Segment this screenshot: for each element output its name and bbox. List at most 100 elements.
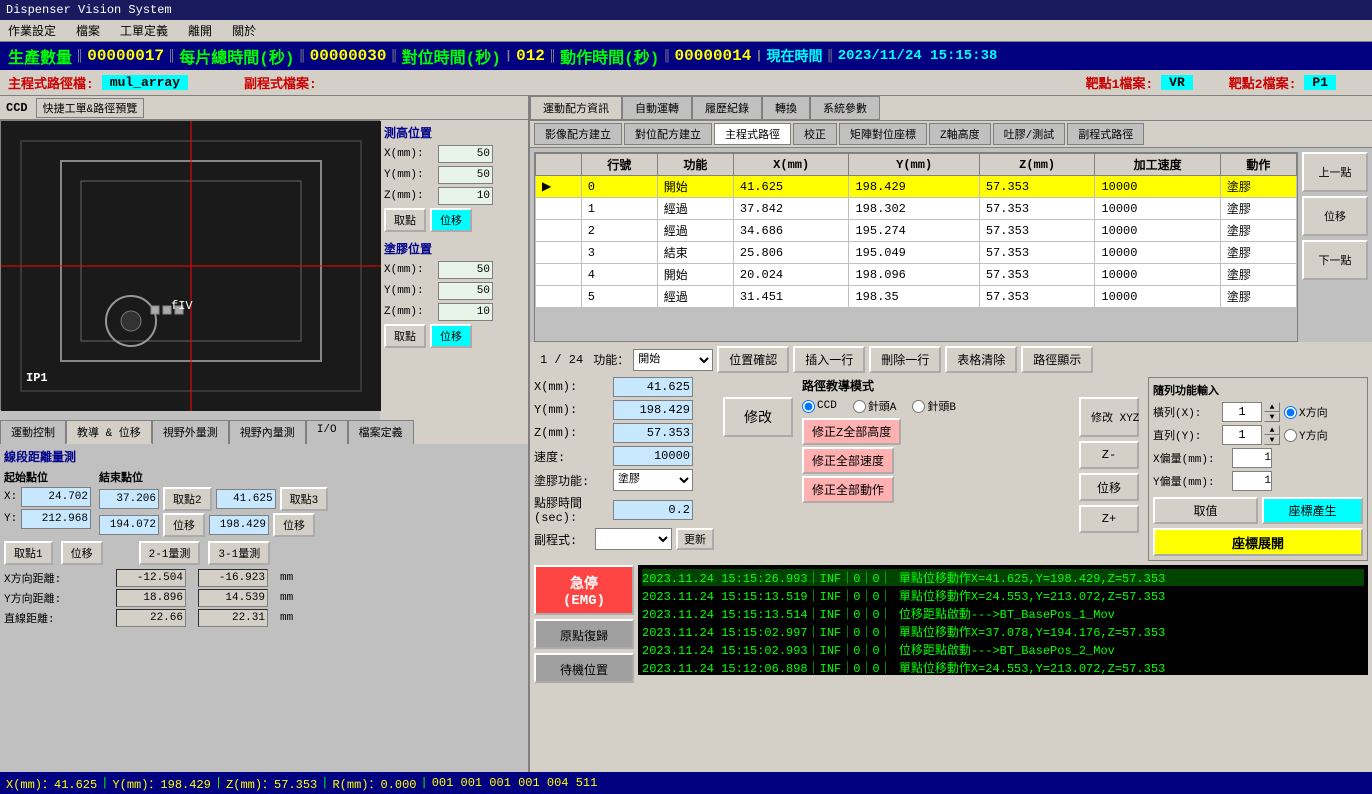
- sub-tab-main-path[interactable]: 主程式路徑: [714, 123, 791, 145]
- take-point3-btn[interactable]: 取點3: [280, 487, 329, 511]
- meas-x-input[interactable]: [438, 145, 493, 163]
- table-row[interactable]: 3 結束 25.806 195.049 57.353 10000 塗膠: [536, 242, 1297, 264]
- sub-proc-select[interactable]: [595, 528, 672, 550]
- z-minus-btn[interactable]: Z-: [1079, 441, 1139, 469]
- sub-tab-calib[interactable]: 校正: [793, 123, 837, 145]
- speed-input[interactable]: [613, 446, 693, 466]
- headB-radio[interactable]: [912, 400, 925, 413]
- right-tab-history[interactable]: 履歷紀錄: [692, 96, 762, 120]
- y-dir-radio-label[interactable]: Y方向: [1284, 427, 1328, 443]
- y-input[interactable]: [613, 400, 693, 420]
- row-down-btn[interactable]: ▼: [1264, 412, 1280, 422]
- menu-item-workorder[interactable]: 工單定義: [116, 21, 172, 40]
- end-x1-input[interactable]: [99, 489, 159, 509]
- right-tab-convert[interactable]: 轉換: [762, 96, 810, 120]
- coat-x-input[interactable]: [438, 261, 493, 279]
- table-row[interactable]: 4 開始 20.024 198.096 57.353 10000 塗膠: [536, 264, 1297, 286]
- move2-btn[interactable]: 位移: [163, 513, 205, 537]
- start-x-input[interactable]: [21, 487, 91, 507]
- y-off-input[interactable]: [1232, 471, 1272, 491]
- sub-tab-sub-path[interactable]: 副程式路徑: [1067, 123, 1144, 145]
- col-input[interactable]: [1222, 425, 1262, 445]
- meas-y-input[interactable]: [438, 166, 493, 184]
- right-tab-auto[interactable]: 自動運轉: [622, 96, 692, 120]
- measure-3-1-btn[interactable]: 3-1量測: [208, 541, 270, 565]
- pos-confirm-btn[interactable]: 位置確認: [717, 346, 789, 373]
- right-tab-recipe[interactable]: 運動配方資訊: [530, 96, 622, 120]
- modify-z-height-btn[interactable]: 修正Z全部高度: [802, 418, 901, 445]
- update-btn[interactable]: 更新: [676, 528, 714, 550]
- menu-item-exit[interactable]: 離開: [184, 21, 216, 40]
- ccd-preview-btn[interactable]: 快捷工單&路徑預覽: [36, 98, 145, 118]
- delete-row-btn[interactable]: 刪除一行: [869, 346, 941, 373]
- dot-time-input[interactable]: [613, 500, 693, 520]
- show-path-btn[interactable]: 路徑顯示: [1021, 346, 1093, 373]
- sub-tab-dispense[interactable]: 吐膠/測試: [993, 123, 1066, 145]
- meas-take-btn1[interactable]: 取點: [384, 208, 426, 232]
- sub-tab-image[interactable]: 影像配方建立: [534, 123, 622, 145]
- right-tab-system[interactable]: 系統參數: [810, 96, 880, 120]
- modify-action-btn[interactable]: 修正全部動作: [802, 476, 894, 503]
- x-off-input[interactable]: [1232, 448, 1272, 468]
- tab-file-def[interactable]: 檔案定義: [348, 420, 414, 444]
- prev-point-btn[interactable]: 上一點: [1302, 152, 1368, 192]
- x-dir-radio-label[interactable]: X方向: [1284, 404, 1328, 420]
- take-point2-btn[interactable]: 取點2: [163, 487, 212, 511]
- coat-func-select[interactable]: 塗膠: [613, 469, 693, 491]
- table-row[interactable]: 2 經過 34.686 195.274 57.353 10000 塗膠: [536, 220, 1297, 242]
- headB-radio-label[interactable]: 針頭B: [912, 398, 956, 414]
- func-select[interactable]: 開始 經過 結束: [633, 349, 713, 371]
- table-row[interactable]: ▶ 0 開始 41.625 198.429 57.353 10000 塗膠: [536, 176, 1297, 198]
- move-btn-xyz[interactable]: 位移: [1079, 473, 1139, 501]
- coord-expand-btn[interactable]: 座標展開: [1153, 528, 1363, 556]
- row-up-btn[interactable]: ▲: [1264, 402, 1280, 412]
- headA-radio-label[interactable]: 針頭A: [853, 398, 897, 414]
- sub-tab-matrix[interactable]: 矩陣對位座標: [839, 123, 927, 145]
- z-plus-btn[interactable]: Z+: [1079, 505, 1139, 533]
- coat-take-btn[interactable]: 取點: [384, 324, 426, 348]
- table-container[interactable]: 行號 功能 X(mm) Y(mm) Z(mm) 加工速度 動作 ▶ 0 開始: [534, 152, 1298, 342]
- ccd-radio-label[interactable]: CCD: [802, 398, 837, 414]
- tab-outer-measure[interactable]: 視野外量測: [152, 420, 229, 444]
- end-y2-input[interactable]: [209, 515, 269, 535]
- take-point1-btn[interactable]: 取點1: [4, 541, 53, 565]
- ccd-radio[interactable]: [802, 400, 815, 413]
- coat-y-input[interactable]: [438, 282, 493, 300]
- table-row[interactable]: 1 經過 37.842 198.302 57.353 10000 塗膠: [536, 198, 1297, 220]
- resume-btn[interactable]: 原點復歸: [534, 619, 634, 649]
- col-up-btn[interactable]: ▲: [1264, 425, 1280, 435]
- modify-xyz-btn[interactable]: 修改 XYZ: [1079, 397, 1139, 437]
- table-row[interactable]: 5 經過 31.451 198.35 57.353 10000 塗膠: [536, 286, 1297, 308]
- coat-move-btn[interactable]: 位移: [430, 324, 472, 348]
- next-point-btn[interactable]: 下一點: [1302, 240, 1368, 280]
- tab-teach-move[interactable]: 教導 & 位移: [66, 420, 152, 444]
- clear-table-btn[interactable]: 表格清除: [945, 346, 1017, 373]
- measure-2-1-btn[interactable]: 2-1量測: [139, 541, 201, 565]
- menu-item-about[interactable]: 關於: [228, 21, 260, 40]
- tab-motion-control[interactable]: 運動控制: [0, 420, 66, 444]
- x-input[interactable]: [613, 377, 693, 397]
- x-dir-radio[interactable]: [1284, 406, 1297, 419]
- tab-inner-measure[interactable]: 視野內量測: [229, 420, 306, 444]
- get-value-btn[interactable]: 取值: [1153, 497, 1258, 524]
- meas-z-input[interactable]: [438, 187, 493, 205]
- move1-btn[interactable]: 位移: [61, 541, 103, 565]
- col-down-btn[interactable]: ▼: [1264, 435, 1280, 445]
- start-y-input[interactable]: [21, 509, 91, 529]
- z-input[interactable]: [613, 423, 693, 443]
- menu-item-file[interactable]: 檔案: [72, 21, 104, 40]
- insert-row-btn[interactable]: 插入一行: [793, 346, 865, 373]
- sub-tab-align[interactable]: 對位配方建立: [624, 123, 712, 145]
- meas-move-btn1[interactable]: 位移: [430, 208, 472, 232]
- move3-btn[interactable]: 位移: [273, 513, 315, 537]
- end-x2-input[interactable]: [216, 489, 276, 509]
- tab-io[interactable]: I/O: [306, 420, 348, 444]
- end-y1-input[interactable]: [99, 515, 159, 535]
- move-btn-nav[interactable]: 位移: [1302, 196, 1368, 236]
- modify-btn[interactable]: 修改: [723, 397, 793, 437]
- gen-coord-btn[interactable]: 座標產生: [1262, 497, 1363, 524]
- sub-tab-z-height[interactable]: Z軸高度: [929, 123, 991, 145]
- y-dir-radio[interactable]: [1284, 429, 1297, 442]
- modify-speed-btn[interactable]: 修正全部速度: [802, 447, 894, 474]
- menu-item-settings[interactable]: 作業設定: [4, 21, 60, 40]
